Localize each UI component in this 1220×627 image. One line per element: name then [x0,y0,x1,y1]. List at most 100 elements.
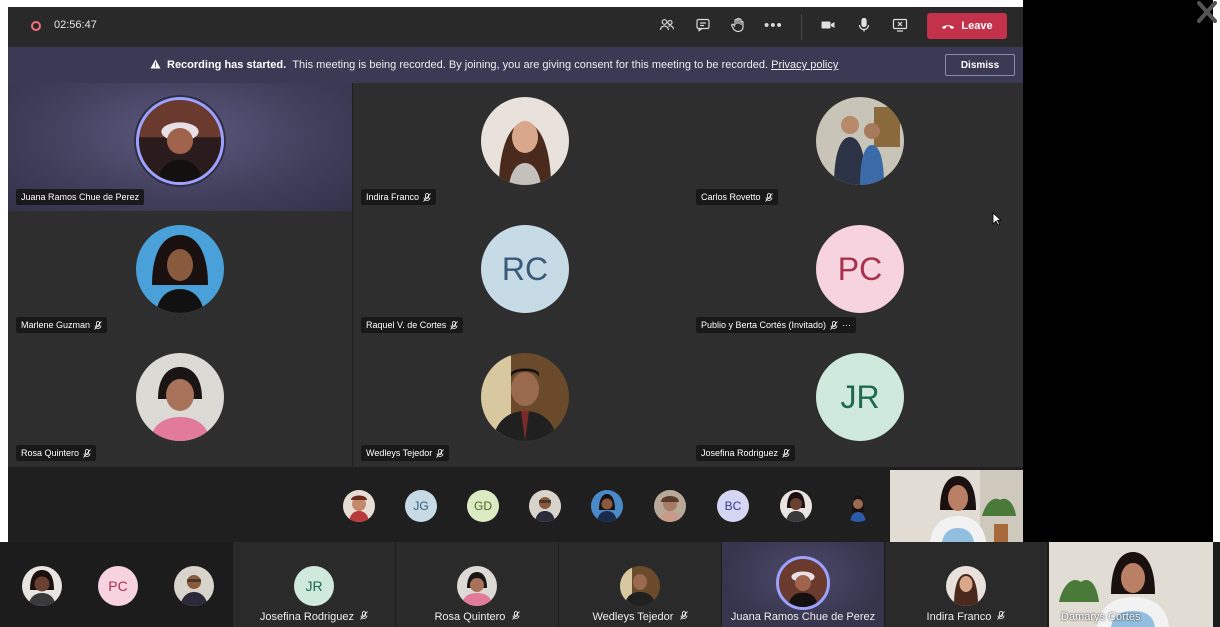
participant-name: Indira Franco [366,192,420,202]
participant-name-tag: Raquel V. de Cortes [361,317,464,333]
share-screen-icon[interactable] [891,17,909,35]
meeting-toolbar: 02:56:47 ••• Leave [8,7,1023,47]
people-icon[interactable] [658,17,676,35]
participant-name: Juana Ramos Chue de Perez [730,611,876,623]
recording-title: Recording has started. [167,59,287,71]
participant-tile[interactable]: Indira Franco [353,83,697,211]
participant-mini-avatar[interactable] [654,490,686,522]
participant-tile[interactable]: Juana Ramos Chue de Perez [8,83,352,211]
participant-name-tag: Josefina Rodriguez [696,445,796,461]
toolbar-divider [801,14,802,40]
mic-off-icon [782,448,790,458]
teams-meeting-window: 02:56:47 ••• Leave Recording has started… [8,7,1023,542]
participant-tile[interactable]: Carlos Rovetto [688,83,1023,211]
participant-tile[interactable]: RC Raquel V. de Cortes [353,211,697,339]
participant-small-avatar[interactable] [22,566,62,606]
mic-off-icon [997,611,1006,620]
participant-video [481,97,569,185]
participant-filmstrip-tile[interactable]: Indira Franco [885,542,1047,627]
more-icon[interactable]: ••• [764,17,782,35]
mic-off-icon [679,611,688,620]
participant-filmstrip-tile[interactable]: Wedleys Tejedor [559,542,721,627]
mic-off-icon [360,611,368,620]
participant-name-tag: Juana Ramos Chue de Perez [16,189,145,205]
participant-video [481,353,569,441]
participant-tile[interactable]: Marlene Guzman [8,211,352,339]
participant-mini-avatar[interactable] [529,490,561,522]
participant-video [620,566,660,606]
mic-off-icon [94,320,102,330]
participant-mini-avatar[interactable]: JG [405,490,437,522]
participant-name: Wedleys Tejedor [559,611,721,623]
raise-hand-icon[interactable] [729,17,747,35]
mic-off-icon [423,192,431,202]
mic-off-icon [450,320,459,330]
participant-initials-avatar: JR [294,566,334,606]
self-name: Damarys Cortes [1061,611,1141,623]
participant-video [136,225,224,313]
participant-name: Rosa Quintero [21,448,80,458]
participant-small-avatar[interactable] [174,566,214,606]
participant-video [136,353,224,441]
participant-name-tag: Carlos Rovetto [696,189,778,205]
participant-mini-avatar[interactable] [591,490,623,522]
more-options-icon[interactable]: ··· [842,320,851,330]
participant-name-tag: Marlene Guzman [16,317,108,333]
hangup-icon [942,25,955,29]
recording-indicator-icon [31,21,41,31]
participant-name-tag: Wedleys Tejedor [361,445,450,461]
participant-mini-avatar[interactable] [842,490,874,522]
recording-banner: Recording has started. This meeting is b… [8,47,1023,83]
meeting-timer: 02:56:47 [54,19,97,31]
participant-mini-avatar[interactable] [780,490,812,522]
warning-icon [150,59,161,69]
overflow-participant-strip: JG GD BC [8,467,1023,542]
participant-name: Marlene Guzman [21,320,91,330]
participant-name-tag: Indira Franco [361,189,437,205]
recording-message: Recording has started. This meeting is b… [150,59,838,71]
close-icon[interactable] [1196,0,1218,24]
participant-tile[interactable]: Rosa Quintero [8,339,352,467]
participant-name: Publio y Berta Cortés (Invitado) [701,320,827,330]
dismiss-button[interactable]: Dismiss [945,54,1015,76]
participant-video [136,97,224,185]
mic-icon[interactable] [855,17,873,35]
participant-name: Raquel V. de Cortes [366,320,447,330]
privacy-policy-link[interactable]: Privacy policy [771,59,838,71]
video-grid: Juana Ramos Chue de Perez Indira Franco … [8,83,1023,467]
participant-filmstrip-tile-speaking[interactable]: Juana Ramos Chue de Perez [722,542,884,627]
leave-button[interactable]: Leave [927,13,1007,39]
participant-mini-avatar[interactable] [343,490,375,522]
participant-initials-avatar: RC [481,225,569,313]
mic-off-icon [436,448,445,458]
participant-video [457,566,497,606]
recording-text: This meeting is being recorded. By joini… [292,59,769,71]
participant-name: Josefina Rodriguez [233,611,395,623]
participant-name: Carlos Rovetto [701,192,761,202]
participant-filmstrip-tile[interactable]: JR Josefina Rodriguez [233,542,395,627]
participant-name: Rosa Quintero [396,611,558,623]
participant-video [816,97,904,185]
participant-mini-avatar[interactable]: BC [717,490,749,522]
chat-icon[interactable] [694,17,712,35]
participant-name: Indira Franco [885,611,1047,623]
participant-video [946,566,986,606]
participant-video [776,556,830,610]
participant-initials-avatar: PC [816,225,904,313]
participant-name: Josefina Rodriguez [701,448,779,458]
black-side-panel [1023,0,1213,542]
participant-filmstrip-tile[interactable]: Rosa Quintero [396,542,558,627]
participant-tile[interactable]: JR Josefina Rodriguez [688,339,1023,467]
mic-off-icon [83,448,91,458]
participant-initials-avatar: JR [816,353,904,441]
participant-mini-avatar[interactable]: GD [467,490,499,522]
participant-tile[interactable]: PC Publio y Berta Cortés (Invitado) ··· [688,211,1023,339]
participant-name: Juana Ramos Chue de Perez [21,192,140,202]
self-video-preview [890,470,1023,542]
camera-icon[interactable] [819,17,837,35]
participant-small-avatar[interactable]: PC [98,566,138,606]
mic-off-icon [830,320,838,330]
mic-off-icon [764,192,773,202]
participant-name-tag: Publio y Berta Cortés (Invitado) ··· [696,317,857,333]
participant-tile[interactable]: Wedleys Tejedor [353,339,697,467]
